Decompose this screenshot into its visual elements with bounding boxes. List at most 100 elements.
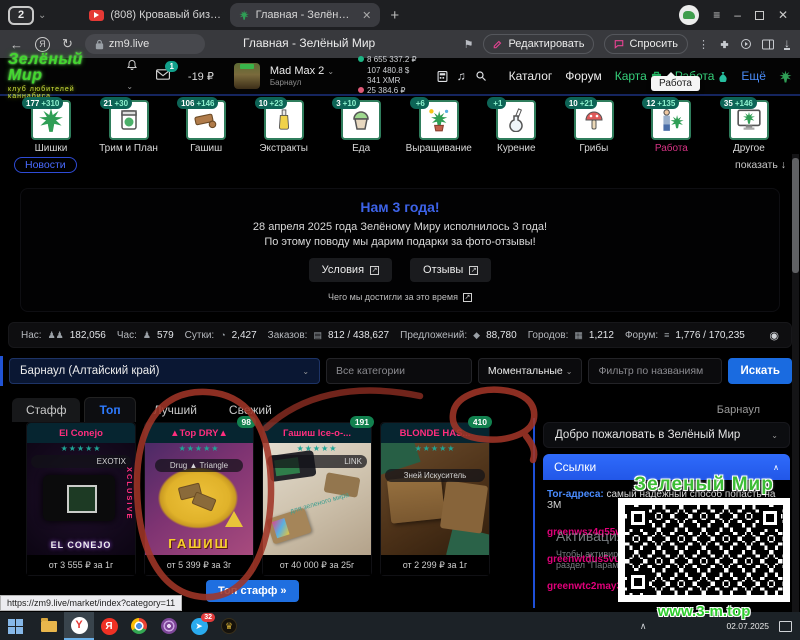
external-link-icon: ↗ <box>370 266 379 275</box>
reload-icon[interactable]: ↻ <box>62 36 73 52</box>
show-more-link[interactable]: показать ↓ <box>735 159 786 171</box>
bookmark-icon[interactable]: ⚑ <box>464 38 474 51</box>
ask-button[interactable]: Спросить <box>604 34 688 54</box>
product-image[interactable]: ★★★★★ EXOTIX XCLUSIVE EL CONEJO <box>27 443 135 555</box>
product-card[interactable]: 191 Гашиш Ice-o-... ★★★★★ LINK для зелен… <box>262 422 372 576</box>
cannabis-leaf-icon <box>38 107 64 133</box>
product-title[interactable]: ▲Top DRY▲ <box>145 423 253 443</box>
tab-group-count-badge[interactable]: 2 <box>8 6 34 25</box>
app-button[interactable]: ♛ <box>214 612 244 640</box>
product-price: от 5 399 ₽ за 3г <box>145 555 253 575</box>
more-options-icon[interactable]: ⋮ <box>698 38 709 51</box>
clock-date[interactable]: 02.07.2025 <box>726 621 769 631</box>
wallet-balance[interactable]: -19 ₽ <box>188 70 214 83</box>
category-other[interactable]: 35+146 Другое <box>712 100 786 154</box>
category-work[interactable]: 12+135 Работа <box>634 100 708 154</box>
music-icon[interactable]: ♫ <box>457 69 466 83</box>
nav-more[interactable]: Ещё <box>741 69 766 83</box>
achievements-link[interactable]: Чего мы достигли за это время↗ <box>328 292 472 302</box>
scrollbar-thumb[interactable] <box>792 158 799 273</box>
product-card[interactable]: 98 ▲Top DRY▲ ★★★★★ Drug ▲ Triangle ГАШИШ… <box>144 422 254 576</box>
close-tab-icon[interactable]: ✕ <box>362 9 371 22</box>
search-button[interactable]: Искать <box>728 358 792 384</box>
tab-title: Главная - Зелёный Ми <box>256 9 355 21</box>
category-trim[interactable]: 21+30 Трим и План <box>92 100 166 154</box>
type-select[interactable]: Моментальные ⌄ <box>478 358 583 384</box>
minimize-icon[interactable]: – <box>734 8 741 22</box>
offers-icon: ◆ <box>473 330 480 341</box>
reviews-button[interactable]: Отзывы↗ <box>410 258 491 282</box>
category-mushrooms[interactable]: 10+21 Грибы <box>557 100 631 154</box>
tab-staff[interactable]: Стафф <box>12 398 80 422</box>
category-hash[interactable]: 106+146 Гашиш <box>169 100 243 154</box>
chevron-down-icon[interactable]: ⌄ <box>38 10 46 21</box>
yandex-services-icon[interactable]: Я <box>35 37 50 52</box>
category-food[interactable]: 3+10 Еда <box>324 100 398 154</box>
new-tab-button[interactable]: + <box>390 7 399 24</box>
product-card[interactable]: 410 BLONDE HAS... ★★★★★ Зней Искуситель … <box>380 422 490 576</box>
sidebar-panel-icon[interactable] <box>762 39 774 50</box>
category-smoking[interactable]: +1 Курение <box>479 100 553 154</box>
monitor-leaf-icon <box>736 107 762 133</box>
review-count-badge: 410 <box>468 416 492 428</box>
city-select[interactable]: Барнаул (Алтайский край) ⌄ <box>9 358 320 384</box>
search-icon[interactable] <box>475 70 487 82</box>
top-staff-button[interactable]: Топ стафф » <box>206 580 299 602</box>
nav-forum[interactable]: Форум <box>565 69 601 83</box>
nav-catalog[interactable]: Каталог <box>509 69 553 83</box>
back-icon[interactable]: ← <box>10 37 23 52</box>
user-menu[interactable]: Mad Max 2 ⌄ Барнаул <box>270 65 334 87</box>
product-card[interactable]: El Conejo ★★★★★ EXOTIX XCLUSIVE EL CONEJ… <box>26 422 136 576</box>
chevron-up-icon: ∧ <box>773 463 779 472</box>
product-image[interactable]: ★★★★★ Drug ▲ Triangle ГАШИШ <box>145 443 253 555</box>
chrome-icon <box>131 618 147 634</box>
notifications-bell[interactable]: ⌄ <box>126 58 146 94</box>
product-tag: EXOTIX <box>31 455 131 468</box>
edit-button[interactable]: Редактировать <box>483 34 594 54</box>
exchange-kiosk-icon[interactable] <box>437 70 448 83</box>
downloads-icon[interactable]: ↓ <box>784 38 790 50</box>
yandex-browser-button[interactable]: Y <box>64 612 94 640</box>
extensions-icon[interactable] <box>719 39 730 50</box>
product-image[interactable]: ★★★★★ Зней Искуситель <box>381 443 489 555</box>
product-image[interactable]: ★★★★★ LINK для зеленого мира <box>263 443 371 555</box>
tray-expand-icon[interactable]: ∧ <box>640 621 647 632</box>
product-title[interactable]: El Conejo <box>27 423 135 443</box>
brand-title: Зеленый Мир <box>612 474 796 496</box>
welcome-panel[interactable]: Добро пожаловать в Зелёный Мир ⌄ <box>543 422 790 448</box>
tor-button[interactable] <box>154 612 184 640</box>
brand-overlay: Зеленый Мир www.3-m.top <box>612 474 796 620</box>
name-filter-input[interactable]: Фильтр по названиям <box>588 358 722 384</box>
category-filter-input[interactable]: Все категории <box>326 358 472 384</box>
media-icon[interactable] <box>740 38 752 50</box>
tab-top[interactable]: Топ <box>84 397 135 422</box>
close-window-icon[interactable]: ✕ <box>778 8 788 22</box>
site-logo[interactable]: Зелёный Мир клуб любителей каннабиса <box>8 52 105 100</box>
profile-avatar[interactable] <box>679 5 699 25</box>
tab-best[interactable]: Лучший <box>140 398 211 422</box>
file-explorer-button[interactable] <box>34 612 64 640</box>
messages-button[interactable]: 1 <box>156 67 170 85</box>
telegram-badge: 32 <box>201 613 215 622</box>
chevron-down-icon: ⌄ <box>302 367 309 376</box>
rating-stars: ★★★★★ <box>145 444 253 453</box>
user-avatar[interactable] <box>234 63 260 89</box>
start-button[interactable] <box>0 612 30 640</box>
category-growing[interactable]: +6 Выращивание <box>402 100 476 154</box>
chrome-button[interactable] <box>124 612 154 640</box>
exclusive-ribbon: XCLUSIVE <box>125 467 134 521</box>
url-field[interactable]: zm9.live <box>85 34 205 54</box>
category-shishki[interactable]: 177+310 Шишки <box>14 100 88 154</box>
restore-icon[interactable] <box>755 11 764 20</box>
action-center-icon[interactable] <box>779 621 792 632</box>
browser-tab-youtube[interactable]: (808) Кровавый бизнес. К <box>80 3 230 27</box>
terms-button[interactable]: Условия↗ <box>309 258 392 282</box>
green-dot-icon <box>358 56 364 62</box>
browser-menu-icon[interactable]: ≡ <box>713 8 720 22</box>
telegram-button[interactable]: ➤32 <box>184 612 214 640</box>
category-extracts[interactable]: 10+23 Экстракты <box>247 100 321 154</box>
news-section-badge[interactable]: Новости <box>14 157 77 173</box>
browser-tab-active[interactable]: Главная - Зелёный Ми ✕ <box>230 3 380 27</box>
page-title: Главная - Зелёный Мир <box>243 36 375 50</box>
yandex-app-button[interactable]: Я <box>94 612 124 640</box>
